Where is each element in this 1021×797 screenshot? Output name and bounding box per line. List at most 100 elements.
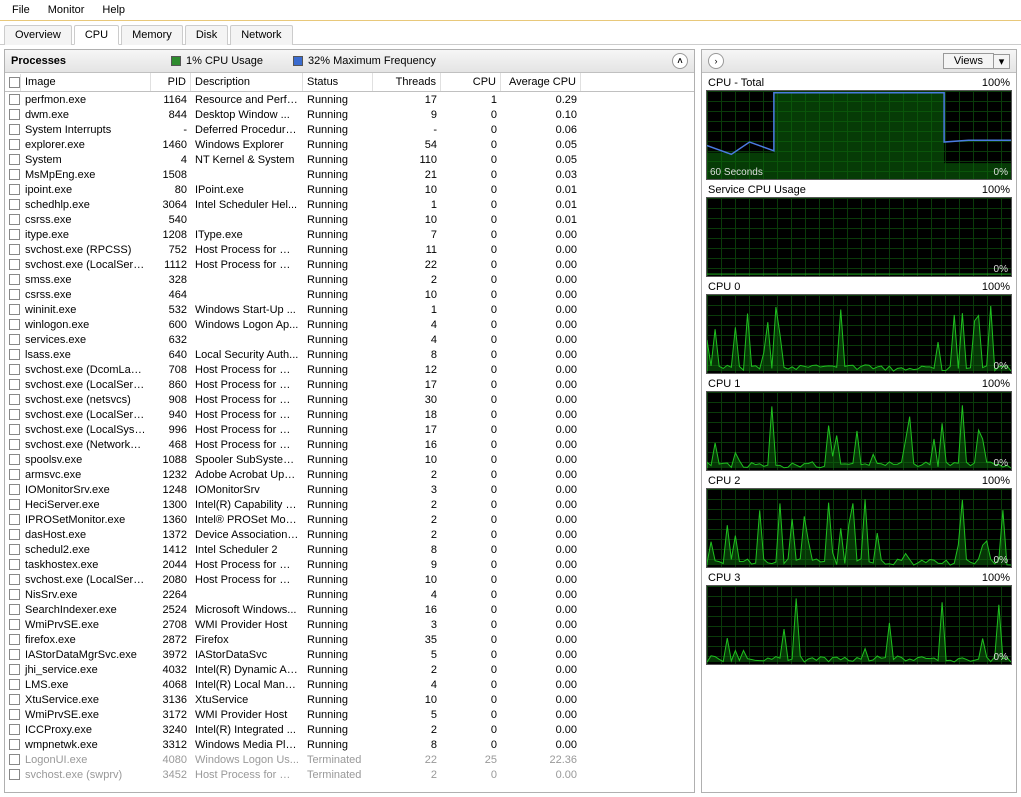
row-checkbox[interactable] — [9, 319, 20, 330]
row-checkbox[interactable] — [9, 304, 20, 315]
tab-network[interactable]: Network — [230, 25, 292, 45]
table-row[interactable]: System Interrupts-Deferred Procedure...R… — [5, 122, 694, 137]
row-checkbox[interactable] — [9, 574, 20, 585]
table-row[interactable]: schedul2.exe1412Intel Scheduler 2Running… — [5, 542, 694, 557]
row-checkbox[interactable] — [9, 544, 20, 555]
table-row[interactable]: SearchIndexer.exe2524Microsoft Windows..… — [5, 602, 694, 617]
row-checkbox[interactable] — [9, 199, 20, 210]
table-row[interactable]: perfmon.exe1164Resource and Perfo...Runn… — [5, 92, 694, 107]
table-row[interactable]: taskhostex.exe2044Host Process for Wi...… — [5, 557, 694, 572]
row-checkbox[interactable] — [9, 424, 20, 435]
table-row[interactable]: wininit.exe532Windows Start-Up ...Runnin… — [5, 302, 694, 317]
row-checkbox[interactable] — [9, 724, 20, 735]
table-row[interactable]: svchost.exe (LocalSystemNet...996Host Pr… — [5, 422, 694, 437]
row-checkbox[interactable] — [9, 754, 20, 765]
table-row[interactable]: csrss.exe464Running1000.00 — [5, 287, 694, 302]
table-row[interactable]: ipoint.exe80IPoint.exeRunning1000.01 — [5, 182, 694, 197]
col-pid[interactable]: PID — [151, 73, 191, 91]
row-checkbox[interactable] — [9, 604, 20, 615]
row-checkbox[interactable] — [9, 484, 20, 495]
tab-cpu[interactable]: CPU — [74, 25, 119, 45]
row-checkbox[interactable] — [9, 124, 20, 135]
row-checkbox[interactable] — [9, 619, 20, 630]
row-checkbox[interactable] — [9, 244, 20, 255]
row-checkbox[interactable] — [9, 739, 20, 750]
row-checkbox[interactable] — [9, 274, 20, 285]
table-row[interactable]: csrss.exe540Running1000.01 — [5, 212, 694, 227]
table-row[interactable]: svchost.exe (swprv)3452Host Process for … — [5, 767, 694, 782]
table-row[interactable]: IAStorDataMgrSvc.exe3972IAStorDataSvcRun… — [5, 647, 694, 662]
row-checkbox[interactable] — [9, 514, 20, 525]
row-checkbox[interactable] — [9, 439, 20, 450]
row-checkbox[interactable] — [9, 229, 20, 240]
table-row[interactable]: NisSrv.exe2264Running400.00 — [5, 587, 694, 602]
row-checkbox[interactable] — [9, 394, 20, 405]
chart-canvas[interactable]: 0% — [706, 391, 1012, 471]
table-row[interactable]: armsvc.exe1232Adobe Acrobat Upd...Runnin… — [5, 467, 694, 482]
table-row[interactable]: svchost.exe (DcomLaunch)708Host Process … — [5, 362, 694, 377]
table-row[interactable]: dasHost.exe1372Device Association ...Run… — [5, 527, 694, 542]
row-checkbox[interactable] — [9, 664, 20, 675]
row-checkbox[interactable] — [9, 454, 20, 465]
table-row[interactable]: svchost.exe (netsvcs)908Host Process for… — [5, 392, 694, 407]
table-row[interactable]: itype.exe1208IType.exeRunning700.00 — [5, 227, 694, 242]
menu-file[interactable]: File — [4, 2, 38, 18]
table-row[interactable]: wmpnetwk.exe3312Windows Media Pla...Runn… — [5, 737, 694, 752]
table-row[interactable]: smss.exe328Running200.00 — [5, 272, 694, 287]
table-row[interactable]: services.exe632Running400.00 — [5, 332, 694, 347]
table-row[interactable]: dwm.exe844Desktop Window ...Running900.1… — [5, 107, 694, 122]
row-checkbox[interactable] — [9, 334, 20, 345]
table-row[interactable]: winlogon.exe600Windows Logon Ap...Runnin… — [5, 317, 694, 332]
menu-monitor[interactable]: Monitor — [40, 2, 93, 18]
row-checkbox[interactable] — [9, 634, 20, 645]
row-checkbox[interactable] — [9, 94, 20, 105]
table-row[interactable]: firefox.exe2872FirefoxRunning3500.00 — [5, 632, 694, 647]
chart-canvas[interactable]: 0% — [706, 294, 1012, 374]
row-checkbox[interactable] — [9, 709, 20, 720]
col-cpu[interactable]: CPU — [441, 73, 501, 91]
table-row[interactable]: jhi_service.exe4032Intel(R) Dynamic Ap..… — [5, 662, 694, 677]
views-dropdown-icon[interactable]: ▾ — [994, 54, 1010, 69]
row-checkbox[interactable] — [9, 349, 20, 360]
views-button[interactable]: Views — [943, 53, 994, 69]
table-row[interactable]: explorer.exe1460Windows ExplorerRunning5… — [5, 137, 694, 152]
col-status[interactable]: Status — [303, 73, 373, 91]
col-checkbox[interactable] — [5, 74, 21, 91]
chart-nav-icon[interactable]: › — [708, 53, 724, 69]
table-row[interactable]: schedhlp.exe3064Intel Scheduler Hel...Ru… — [5, 197, 694, 212]
row-checkbox[interactable] — [9, 694, 20, 705]
table-row[interactable]: HeciServer.exe1300Intel(R) Capability Li… — [5, 497, 694, 512]
menu-help[interactable]: Help — [94, 2, 133, 18]
table-row[interactable]: LogonUI.exe4080Windows Logon Us...Termin… — [5, 752, 694, 767]
collapse-icon[interactable]: ˄ — [672, 53, 688, 69]
tab-overview[interactable]: Overview — [4, 25, 72, 45]
row-checkbox[interactable] — [9, 769, 20, 780]
chart-canvas[interactable]: 0% — [706, 197, 1012, 277]
tab-disk[interactable]: Disk — [185, 25, 228, 45]
table-row[interactable]: svchost.exe (LocalService)940Host Proces… — [5, 407, 694, 422]
table-row[interactable]: MsMpEng.exe1508Running2100.03 — [5, 167, 694, 182]
col-threads[interactable]: Threads — [373, 73, 441, 91]
chart-canvas[interactable]: 0% — [706, 585, 1012, 665]
table-row[interactable]: svchost.exe (LocalServiceAn...2080Host P… — [5, 572, 694, 587]
table-row[interactable]: LMS.exe4068Intel(R) Local Mana...Running… — [5, 677, 694, 692]
table-row[interactable]: svchost.exe (LocalServiceNo...1112Host P… — [5, 257, 694, 272]
table-row[interactable]: ICCProxy.exe3240Intel(R) Integrated ...R… — [5, 722, 694, 737]
processes-header[interactable]: Processes 1% CPU Usage 32% Maximum Frequ… — [5, 50, 694, 73]
table-row[interactable]: IOMonitorSrv.exe1248IOMonitorSrvRunning3… — [5, 482, 694, 497]
table-row[interactable]: spoolsv.exe1088Spooler SubSystem ...Runn… — [5, 452, 694, 467]
row-checkbox[interactable] — [9, 214, 20, 225]
table-row[interactable]: WmiPrvSE.exe3172WMI Provider HostRunning… — [5, 707, 694, 722]
row-checkbox[interactable] — [9, 409, 20, 420]
row-checkbox[interactable] — [9, 589, 20, 600]
row-checkbox[interactable] — [9, 154, 20, 165]
table-row[interactable]: IPROSetMonitor.exe1360Intel® PROSet Mon.… — [5, 512, 694, 527]
table-row[interactable]: XtuService.exe3136XtuServiceRunning1000.… — [5, 692, 694, 707]
table-row[interactable]: svchost.exe (RPCSS)752Host Process for W… — [5, 242, 694, 257]
table-row[interactable]: System4NT Kernel & SystemRunning11000.05 — [5, 152, 694, 167]
chart-canvas[interactable]: 60 Seconds0% — [706, 90, 1012, 180]
col-average-cpu[interactable]: Average CPU — [501, 73, 581, 91]
col-description[interactable]: Description — [191, 73, 303, 91]
row-checkbox[interactable] — [9, 499, 20, 510]
row-checkbox[interactable] — [9, 529, 20, 540]
